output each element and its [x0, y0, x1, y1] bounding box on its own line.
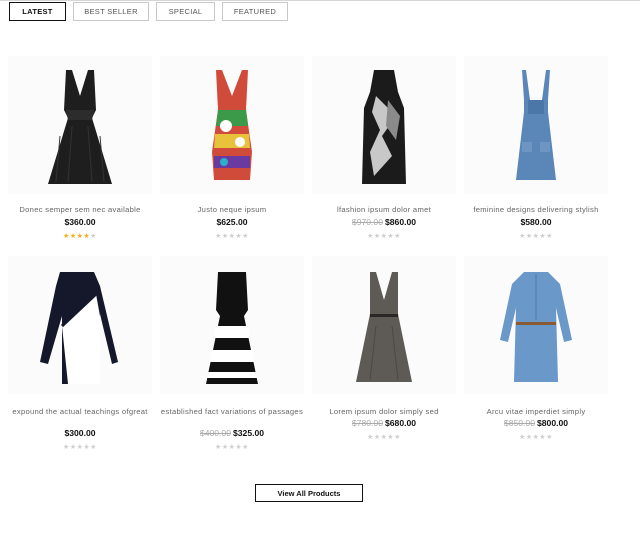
tab-special[interactable]: SPECIAL [156, 2, 215, 21]
view-all-products-button[interactable]: View All Products [255, 484, 363, 502]
product-image-grey-pinafore-dress[interactable] [312, 256, 456, 394]
rating-stars: ★★★★★ [464, 433, 608, 441]
tab-best-seller[interactable]: BEST SELLER [73, 2, 149, 21]
product-name[interactable]: expound the actual teachings ofgreat [8, 407, 152, 417]
star-icon: ★ [373, 233, 381, 240]
product-price: $970.00 $860.00 [351, 217, 417, 227]
old-price: $970.00 [351, 217, 383, 227]
star-icon: ★ [90, 233, 97, 240]
star-icon: ★ [242, 233, 249, 240]
product-image-printed-halter-dress[interactable] [312, 56, 456, 194]
star-icon: ★ [519, 233, 526, 240]
star-icon: ★ [546, 233, 553, 240]
rating-stars: ★★★★★ [8, 443, 152, 451]
product-image-striped-skater-dress[interactable] [160, 256, 304, 394]
rating-stars: ★★★★★ [160, 232, 304, 240]
star-icon: ★ [546, 434, 553, 441]
star-icon: ★ [215, 444, 222, 451]
product-name[interactable]: Lorem ipsum dolor simply sed [312, 407, 456, 417]
star-icon: ★ [63, 444, 70, 451]
rating-stars: ★★★★★ [312, 433, 456, 441]
product-tabs: LATEST BEST SELLER SPECIAL FEATURED [9, 2, 288, 21]
old-price: $850.00 [503, 418, 535, 428]
old-price: $780.00 [351, 418, 383, 428]
star-icon: ★ [90, 444, 97, 451]
top-divider [0, 0, 640, 1]
tab-latest[interactable]: LATEST [9, 2, 66, 21]
star-icon: ★ [221, 233, 229, 240]
star-icon: ★ [525, 233, 533, 240]
rating-stars: ★★★★★ [312, 232, 456, 240]
star-icon: ★ [221, 444, 229, 451]
star-icon: ★ [242, 444, 249, 451]
star-icon: ★ [69, 444, 77, 451]
product-price: $780.00 $680.00 [351, 418, 417, 428]
product-image-black-white-blazer-dress[interactable] [8, 256, 152, 394]
product-price: $360.00 [64, 217, 96, 227]
product-image-black-vneck-dress[interactable] [8, 56, 152, 194]
product-image-multicolor-pinafore-dress[interactable] [160, 56, 304, 194]
old-price: $400.00 [199, 428, 231, 438]
rating-stars: ★★★★★ [160, 443, 304, 451]
product-price: $400.00 $325.00 [199, 428, 265, 438]
star-icon: ★ [63, 233, 70, 240]
star-icon: ★ [69, 233, 77, 240]
product-price: $300.00 [64, 428, 96, 438]
star-icon: ★ [394, 434, 401, 441]
product-price: $580.00 [520, 217, 552, 227]
product-name[interactable]: Justo neque ipsum [160, 205, 304, 215]
product-name[interactable]: lfashion ipsum dolor amet [312, 205, 456, 215]
star-icon: ★ [519, 434, 526, 441]
rating-stars: ★★★★★ [8, 232, 152, 240]
star-icon: ★ [367, 233, 374, 240]
product-price: $625.00 [216, 217, 248, 227]
product-name[interactable]: Donec semper sem nec available [8, 205, 152, 215]
product-image-denim-shirt-dress[interactable] [464, 256, 608, 394]
star-icon: ★ [525, 434, 533, 441]
product-image-denim-dungaree-dress[interactable] [464, 56, 608, 194]
tab-featured[interactable]: FEATURED [222, 2, 288, 21]
product-name[interactable]: established fact variations of passages [160, 407, 304, 417]
star-icon: ★ [367, 434, 374, 441]
product-price: $850.00 $800.00 [503, 418, 569, 428]
star-icon: ★ [215, 233, 222, 240]
product-name[interactable]: feminine designs delivering stylish [464, 205, 608, 215]
product-name[interactable]: Arcu vitae imperdiet simply [464, 407, 608, 417]
star-icon: ★ [373, 434, 381, 441]
rating-stars: ★★★★★ [464, 232, 608, 240]
star-icon: ★ [394, 233, 401, 240]
